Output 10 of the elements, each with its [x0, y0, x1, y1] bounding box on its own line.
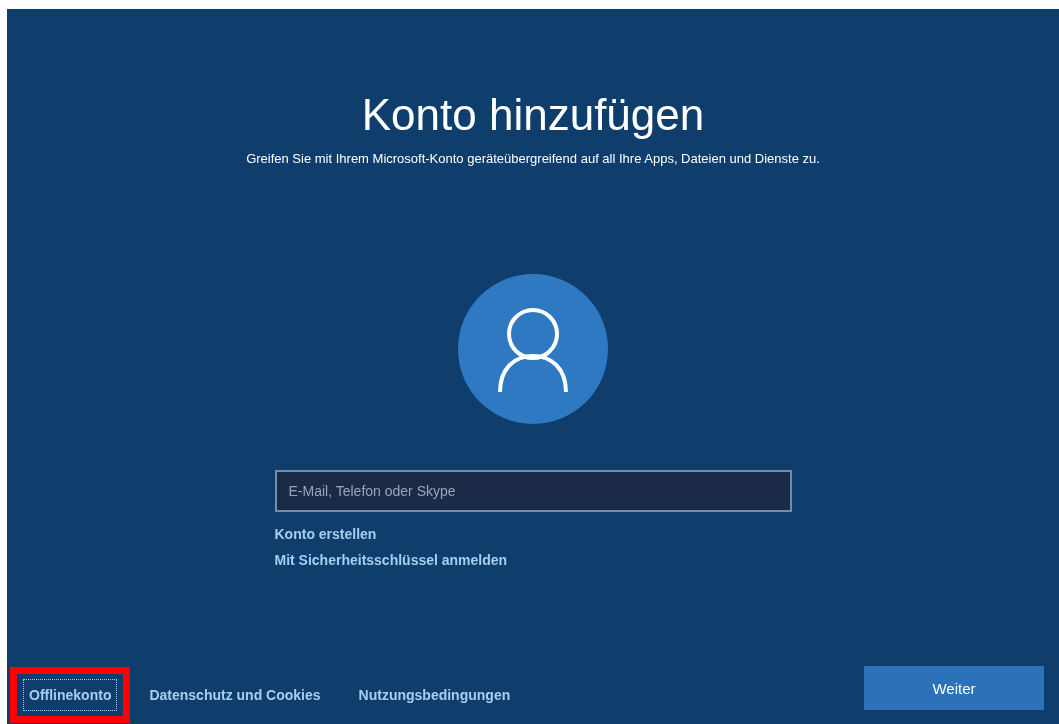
account-link[interactable]: Konto erstellen: [274, 526, 377, 542]
next-button[interactable]: Weiter: [864, 666, 1044, 710]
footer-link[interactable]: Datenschutz und Cookies: [143, 679, 327, 711]
account-input-field[interactable]: E-Mail, Telefon oder Skype: [274, 470, 792, 512]
footer-link[interactable]: Offlinekonto: [23, 679, 118, 711]
page-title: Konto hinzufügen: [361, 89, 705, 141]
account-link[interactable]: Mit Sicherheitsschlüssel anmelden: [274, 552, 508, 568]
page-subtitle: Greifen Sie mit Ihrem Microsoft-Konto geräteübergreifend auf all Ihre Apps, Dateien und Dienste zu.: [246, 151, 820, 166]
footer-link[interactable]: Nutzungsbedingungen: [352, 679, 517, 711]
user-icon: [497, 306, 569, 392]
